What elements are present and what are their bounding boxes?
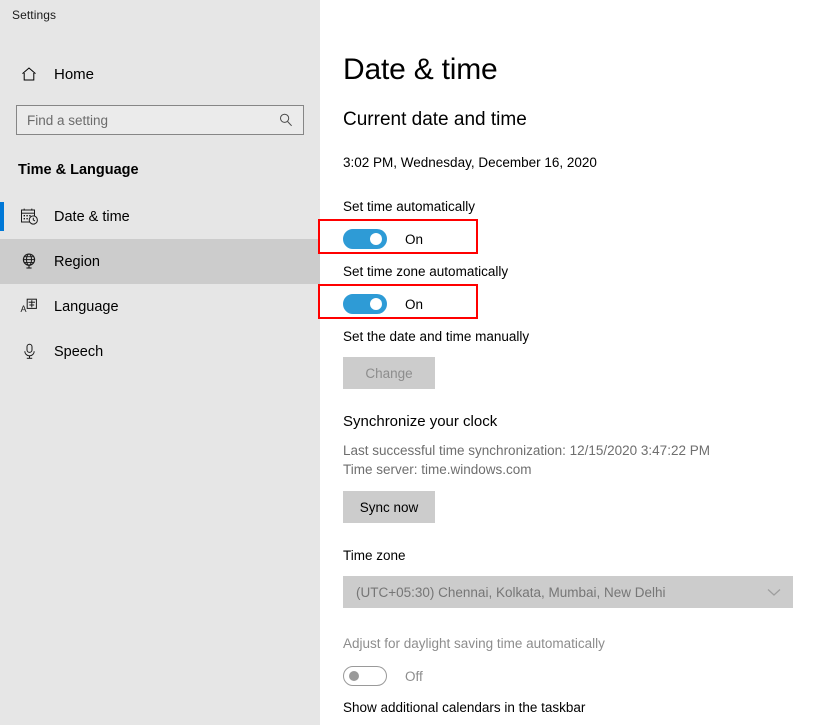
- settings-window: Settings Home Time & Language: [0, 0, 813, 725]
- time-zone-label: Time zone: [343, 548, 406, 563]
- selection-indicator: [0, 337, 4, 366]
- sidebar-item-home[interactable]: Home: [0, 55, 320, 93]
- sidebar-item-date-time[interactable]: Date & time: [0, 194, 320, 239]
- set-timezone-automatically-label: Set time zone automatically: [343, 264, 509, 279]
- daylight-saving-label: Adjust for daylight saving time automati…: [343, 636, 605, 651]
- svg-text:A: A: [20, 304, 26, 314]
- set-manually-group: Set the date and time manually Change: [343, 329, 529, 389]
- main-content: Date & time Current date and time 3:02 P…: [320, 0, 813, 725]
- set-time-automatically-state: On: [405, 231, 424, 247]
- time-zone-group: Time zone (UTC+05:30) Chennai, Kolkata, …: [343, 548, 793, 608]
- sync-now-button[interactable]: Sync now: [343, 491, 435, 523]
- set-timezone-automatically-toggle[interactable]: [343, 294, 387, 314]
- page-title: Date & time: [343, 53, 498, 86]
- daylight-saving-group: Adjust for daylight saving time automati…: [343, 636, 605, 688]
- additional-calendars-label: Show additional calendars in the taskbar: [343, 700, 586, 715]
- set-time-automatically-toggle-row[interactable]: On: [343, 227, 475, 251]
- sidebar-item-language[interactable]: A Language: [0, 284, 320, 329]
- daylight-saving-toggle[interactable]: [343, 666, 387, 686]
- set-timezone-automatically-state: On: [405, 296, 424, 312]
- window-title: Settings: [12, 8, 57, 22]
- home-label: Home: [54, 65, 95, 83]
- search-box[interactable]: [16, 105, 304, 135]
- additional-calendars-group: Show additional calendars in the taskbar: [343, 700, 585, 716]
- current-date-time-value: 3:02 PM, Wednesday, December 16, 2020: [343, 155, 597, 170]
- chevron-down-icon: [767, 588, 781, 597]
- set-timezone-automatically-group: Set time zone automatically On: [343, 264, 508, 316]
- calendar-clock-icon: [18, 206, 40, 228]
- set-time-automatically-label: Set time automatically: [343, 199, 476, 214]
- toggle-knob: [370, 298, 382, 310]
- set-time-automatically-toggle[interactable]: [343, 229, 387, 249]
- microphone-icon: [18, 341, 40, 363]
- toggle-knob: [349, 671, 359, 681]
- set-manually-label: Set the date and time manually: [343, 329, 530, 344]
- globe-icon: [18, 251, 40, 273]
- home-icon: [18, 63, 40, 85]
- language-icon: A: [18, 296, 40, 318]
- sidebar-item-label: Language: [54, 298, 119, 315]
- sidebar-item-region[interactable]: Region: [0, 239, 320, 284]
- last-sync-text: Last successful time synchronization: 12…: [343, 443, 710, 458]
- time-zone-selected-value: (UTC+05:30) Chennai, Kolkata, Mumbai, Ne…: [356, 584, 666, 600]
- daylight-saving-toggle-row[interactable]: Off: [343, 664, 605, 688]
- time-server-text: Time server: time.windows.com: [343, 462, 532, 477]
- selection-indicator: [0, 202, 4, 231]
- sidebar-section-header: Time & Language: [18, 162, 139, 178]
- search-icon[interactable]: [273, 107, 299, 133]
- synchronize-group: Synchronize your clock Last successful t…: [343, 413, 710, 523]
- set-timezone-automatically-toggle-row[interactable]: On: [343, 292, 508, 316]
- toggle-knob: [370, 233, 382, 245]
- daylight-saving-state: Off: [405, 668, 423, 684]
- set-time-automatically-group: Set time automatically On: [343, 199, 475, 251]
- synchronize-title: Synchronize your clock: [343, 413, 498, 430]
- current-date-time-heading: Current date and time: [343, 109, 527, 130]
- sidebar: Settings Home Time & Language: [0, 0, 320, 725]
- sidebar-item-speech[interactable]: Speech: [0, 329, 320, 374]
- sidebar-item-label: Date & time: [54, 208, 130, 225]
- time-zone-dropdown[interactable]: (UTC+05:30) Chennai, Kolkata, Mumbai, Ne…: [343, 576, 793, 608]
- sidebar-item-label: Speech: [54, 343, 104, 360]
- title-bar: Settings: [0, 0, 320, 30]
- search-input[interactable]: [17, 107, 273, 133]
- sidebar-item-label: Region: [54, 253, 100, 270]
- selection-indicator: [0, 247, 4, 276]
- selection-indicator: [0, 292, 4, 321]
- change-button[interactable]: Change: [343, 357, 435, 389]
